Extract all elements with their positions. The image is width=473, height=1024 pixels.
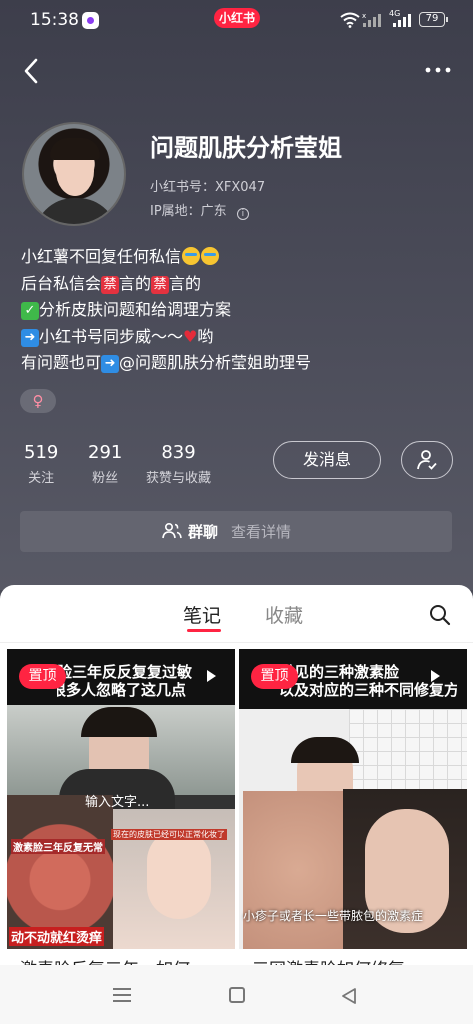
avatar-shirt — [34, 198, 118, 224]
bio-text: 分析皮肤问题和给调理方案 — [39, 300, 232, 319]
group-chat-label: 群聊 — [188, 523, 219, 541]
tab-divider — [0, 642, 473, 643]
bio-text: 言的 — [169, 273, 202, 293]
brand-badge: 小红书 — [214, 8, 260, 28]
video-play-icon — [431, 670, 440, 682]
user-check-icon — [417, 450, 437, 470]
status-time: 15:38 — [30, 10, 79, 30]
active-tab-indicator — [187, 629, 221, 632]
ip-location-text: IP属地：广东 — [150, 204, 227, 219]
check-mark-icon: ✓ — [21, 302, 39, 320]
tab-collections[interactable]: 收藏 — [265, 601, 303, 628]
cover-photo-whiteboard — [349, 709, 467, 789]
notification-app-icon — [82, 12, 99, 29]
tab-notes[interactable]: 笔记 — [183, 601, 221, 628]
cover-caption: 动不动就红烫痒 — [9, 927, 105, 946]
send-message-button[interactable]: 发消息 — [273, 441, 381, 479]
stat-following[interactable]: 519 关注 — [24, 442, 58, 486]
note-card[interactable]: 常见的三种激素脸 以及对应的三种不同修复方案 置顶 小疹子或者长一些带脓包的激素… — [239, 649, 467, 949]
bio-line-1: 小红薯不回复任何私信 — [21, 244, 461, 271]
ip-location: IP属地：广东 i — [150, 200, 249, 220]
menu-icon[interactable] — [113, 988, 131, 1002]
redbook-id: 小红书号：XFX047 — [150, 180, 266, 195]
svg-text:x: x — [362, 12, 366, 20]
cover-caption: 输入文字... — [85, 795, 150, 810]
card-subtitle-line: 以及对应的三种不同修复方案 — [279, 681, 457, 699]
bio-line-2: 后台私信会禁言的禁言的 — [21, 271, 461, 298]
bio-text: 哟 — [197, 326, 214, 346]
cover-photo-skin — [7, 795, 113, 949]
right-arrow-icon: ➜ — [101, 355, 120, 373]
card-subtitle-line: 很多人忽略了这几点 — [57, 681, 187, 699]
bio-text: 小红薯不回复任何私信 — [21, 247, 182, 266]
notes-panel: 笔记 收藏 脸三年反反复复过敏 很多人忽略了这几点 置顶 输入文字... 激素脸… — [0, 585, 473, 1024]
profile-bio: 小红薯不回复任何私信 后台私信会禁言的禁言的 ✓ 分析皮肤问题和给调理方案 ➜ 小红… — [21, 244, 461, 377]
pinned-badge: 置顶 — [19, 664, 66, 689]
ban-badge: 禁 — [151, 275, 170, 294]
right-arrow-icon: ➜ — [21, 328, 39, 347]
stat-followers[interactable]: 291 粉丝 — [88, 442, 122, 486]
pinned-badge: 置顶 — [251, 664, 298, 689]
network-type: 4G — [389, 9, 401, 18]
avatar-hair — [50, 138, 100, 160]
group-chat-detail: 查看详情 — [231, 523, 292, 541]
system-nav-bar — [0, 965, 473, 1024]
bio-line-5: 有问题也可 ➜ @问题肌肤分析莹姐助理号 — [21, 350, 461, 377]
profile-nickname: 问题肌肤分析莹姐 — [150, 134, 342, 162]
crying-emoji-icon — [182, 247, 201, 265]
stat-value: 291 — [88, 442, 123, 463]
stat-value: 839 — [161, 442, 196, 463]
wifi-icon — [340, 12, 360, 28]
stat-label: 粉丝 — [92, 471, 119, 486]
assistant-account-mention[interactable]: @问题肌肤分析莹姐助理号 — [119, 353, 311, 372]
cover-caption: 激素脸三年反复无常 — [11, 839, 105, 854]
bio-line-3: ✓ 分析皮肤问题和给调理方案 — [21, 297, 461, 324]
info-icon[interactable]: i — [236, 208, 249, 220]
stat-value: 519 — [24, 442, 59, 463]
back-button[interactable] — [18, 56, 46, 86]
status-bar: 15:38 小红书 x 4G 79 — [0, 0, 473, 40]
bio-text: 后台私信会 — [21, 273, 102, 293]
back-triangle-icon[interactable] — [340, 987, 358, 1005]
group-chat-bar[interactable]: 群聊 查看详情 — [20, 511, 452, 552]
cover-photo-skin — [243, 791, 343, 949]
video-play-icon — [207, 670, 216, 682]
signal-icon: x — [362, 12, 381, 27]
bio-text: 小红书号同步威～～ — [39, 326, 184, 346]
bio-line-4: ➜ 小红书号同步威～～♥哟 — [21, 324, 461, 351]
home-icon[interactable] — [229, 987, 245, 1003]
stat-label: 获赞与收藏 — [146, 471, 212, 486]
cover-caption: 小疹子或者长一些带脓包的激素症 — [243, 909, 424, 923]
bio-text: 有问题也可 — [21, 353, 102, 372]
group-users-icon — [162, 522, 182, 539]
gender-tag: ♀ — [20, 389, 56, 413]
bio-text: 言的 — [119, 273, 152, 293]
avatar[interactable] — [22, 122, 126, 226]
heart-icon: ♥ — [183, 326, 198, 346]
cover-caption: 现在的皮肤已经可以正常化妆了 — [111, 829, 227, 840]
crying-emoji-icon — [201, 247, 220, 265]
note-card[interactable]: 脸三年反反复复过敏 很多人忽略了这几点 置顶 输入文字... 激素脸三年反复无常… — [7, 649, 235, 949]
stat-label: 关注 — [28, 471, 55, 486]
battery-icon: 79 — [419, 12, 448, 27]
friend-button[interactable] — [401, 441, 453, 479]
search-icon[interactable] — [428, 603, 452, 627]
ban-badge: 禁 — [101, 275, 120, 294]
more-options-button[interactable] — [420, 60, 456, 80]
cover-photo-after-face — [147, 829, 211, 919]
stat-likes[interactable]: 839 获赞与收藏 — [146, 442, 211, 486]
